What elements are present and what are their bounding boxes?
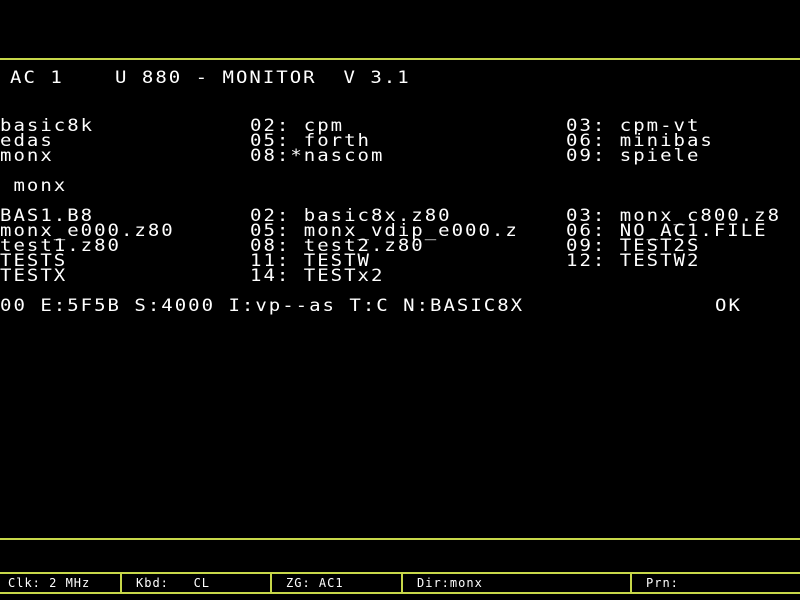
status-separator xyxy=(401,574,403,592)
dir-entry-08: 08:*nascom xyxy=(250,146,385,166)
file-info-line: 00 E:5F5B S:4000 I:vp--as T:C N:BASIC8X xyxy=(0,296,525,316)
status-separator xyxy=(630,574,632,592)
status-clock: Clk: 2 MHz xyxy=(8,576,91,590)
dir-entry-09: 09: spiele xyxy=(566,146,701,166)
dir-entry-07: monx xyxy=(0,146,54,166)
status-separator xyxy=(270,574,272,592)
header-monitor-title: U 880 - MONITOR V 3.1 xyxy=(115,68,411,88)
bottom-border-line xyxy=(0,538,800,540)
status-bar: Clk: 2 MHz Kbd: CL ZG: AC1 Dir:monx Prn: xyxy=(0,574,800,592)
status-bar-bottom-line xyxy=(0,592,800,594)
file-entry-13: TESTX xyxy=(0,266,68,286)
command-line: monx xyxy=(0,176,68,196)
status-directory: Dir:monx xyxy=(417,576,483,590)
top-border-line xyxy=(0,58,800,60)
status-charset: ZG: AC1 xyxy=(286,576,344,590)
status-keyboard: Kbd: CL xyxy=(136,576,211,590)
header-machine: AC 1 xyxy=(10,68,64,88)
status-printer: Prn: xyxy=(646,576,679,590)
file-entry-12: 12: TESTW2 xyxy=(566,251,701,271)
ok-status: OK xyxy=(715,296,742,316)
status-separator xyxy=(120,574,122,592)
file-entry-14: 14: TESTx2 xyxy=(250,266,385,286)
